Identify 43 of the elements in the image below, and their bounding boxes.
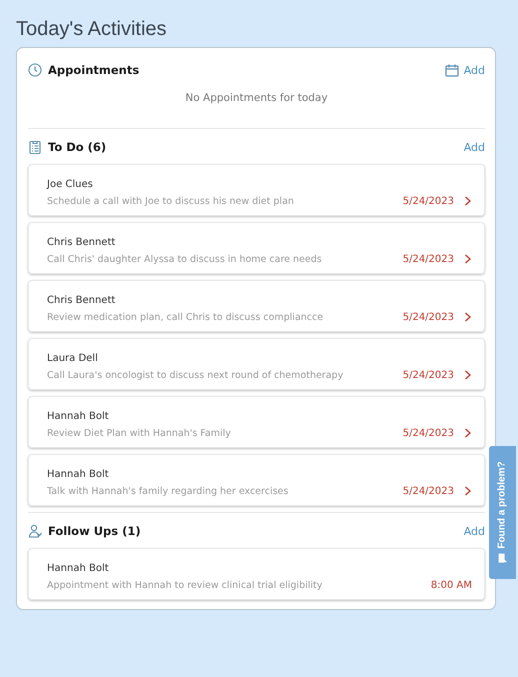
activity-description: Call Chris' daughter Alyssa to discuss in home care needs: [47, 254, 323, 265]
activity-description: Review Diet Plan with Hannah's Family: [47, 428, 232, 439]
chevron-right-icon: [464, 196, 472, 206]
chevron-right-icon: [464, 370, 472, 380]
due-date: 8:00 AM: [430, 580, 472, 591]
patient-name: Hannah Bolt: [47, 411, 110, 422]
due-date: 5/24/2023: [402, 254, 454, 265]
activity-description: Schedule a call with Joe to discuss his new diet plan: [47, 196, 295, 207]
page-title: Today's Activities: [16, 18, 168, 41]
patient-name: Hannah Bolt: [47, 563, 110, 574]
activity-item[interactable]: Hannah Bolt Review Diet Plan with Hannah's Family 5/24/2023: [28, 396, 485, 448]
patient-name: Joe Clues: [47, 179, 94, 190]
activity-item[interactable]: Hannah Bolt Appointment with Hannah to review clinical trial eligibility 8:00 AM: [28, 548, 485, 600]
activity-description: Call Laura's oncologist to discuss next round of chemotherapy: [47, 370, 344, 381]
empty-message: No Appointments for today: [184, 91, 329, 106]
chevron-right-icon: [464, 486, 472, 496]
activity-item[interactable]: Chris Bennett Call Chris' daughter Alyssa to discuss in home care needs 5/24/2023: [28, 222, 485, 274]
due-date: 5/24/2023: [402, 312, 454, 323]
due-date: 5/24/2023: [402, 196, 454, 207]
chevron-right-icon: [464, 312, 472, 322]
section-heading: Appointments: [48, 63, 140, 77]
activity-item[interactable]: Chris Bennett Review medication plan, call Chris to discuss compliancce 5/24/2023: [28, 280, 485, 332]
calendar-icon: [444, 64, 459, 76]
due-date: 5/24/2023: [402, 370, 454, 381]
chevron-right-icon: [464, 254, 472, 264]
activity-description: Review medication plan, call Chris to discuss compliancce: [47, 312, 324, 323]
section-heading: To Do (6): [48, 140, 108, 154]
section-heading: Follow Ups (1): [48, 524, 142, 538]
clock-icon: [28, 63, 42, 77]
activity-item[interactable]: Hannah Bolt Talk with Hannah's family regarding her excercises 5/24/2023: [28, 454, 485, 506]
clipboard-icon: [28, 140, 42, 154]
activity-description: Appointment with Hannah to review clinical trial eligibility: [47, 580, 324, 591]
activity-description: Talk with Hannah's family regarding her excercises: [47, 486, 290, 497]
due-date: 5/24/2023: [402, 428, 454, 439]
patient-name: Chris Bennett: [47, 295, 116, 306]
patient-name: Chris Bennett: [47, 237, 116, 248]
patient-name: Laura Dell: [47, 353, 99, 364]
chevron-right-icon: [464, 428, 472, 438]
person-icon: [28, 524, 42, 538]
patient-name: Hannah Bolt: [47, 469, 110, 480]
activity-item[interactable]: Laura Dell Call Laura's oncologist to discuss next round of chemotherapy 5/24/2023: [28, 338, 485, 390]
due-date: 5/24/2023: [402, 486, 454, 497]
activity-item[interactable]: Joe Clues Schedule a call with Joe to discuss his new diet plan 5/24/2023: [28, 164, 485, 216]
